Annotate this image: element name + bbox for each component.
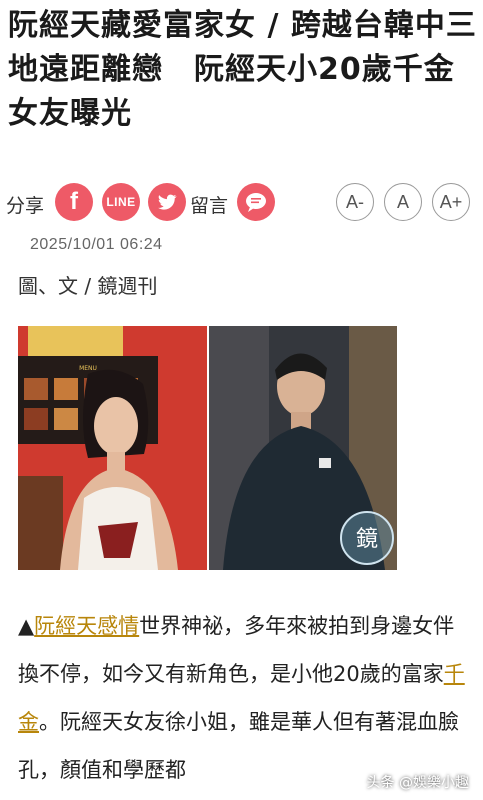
byline: 圖、文 / 鏡週刊 [18,274,158,298]
font-increase-button[interactable]: A+ [432,183,470,221]
line-share-button[interactable]: LINE [102,183,140,221]
menu-board-title: MENU [79,365,97,372]
source-watermark: 头条 @娛樂小趣 [366,775,469,791]
font-normal-button[interactable]: A [384,183,422,221]
man-portrait-illustration: 鏡 [209,326,397,570]
link-ruan-relationship[interactable]: 阮經天感情 [34,614,139,638]
magazine-watermark-logo: 鏡 [356,527,378,552]
twitter-bird-icon [158,194,177,210]
facebook-share-button[interactable]: f [55,183,93,221]
share-label: 分享 [6,195,45,217]
facebook-icon: f [70,188,78,215]
share-toolbar: 分享 f LINE 留言 A- A A+ [6,181,476,225]
article-photo-man: 鏡 [209,326,397,570]
photo-caption: ▲阮經天感情世界神祕，多年來被拍到身邊女伴換不停，如今又有新角色，是小他20歲的… [18,602,474,794]
comment-label: 留言 [190,195,229,217]
article-title: 阮經天藏愛富家女 / 跨越台韓中三地遠距離戀 阮經天小20歲千金女友曝光 [8,8,477,131]
comment-button[interactable] [237,183,275,221]
font-decrease-button[interactable]: A- [336,183,374,221]
triangle-marker-icon: ▲ [18,614,35,638]
article-photo-woman: MENU [18,326,207,570]
woman-selfie-illustration: MENU [18,326,207,570]
line-icon: LINE [106,195,136,209]
twitter-share-button[interactable] [148,183,186,221]
publish-date: 2025/10/01 06:24 [30,236,163,253]
speech-bubble-icon [246,193,266,212]
